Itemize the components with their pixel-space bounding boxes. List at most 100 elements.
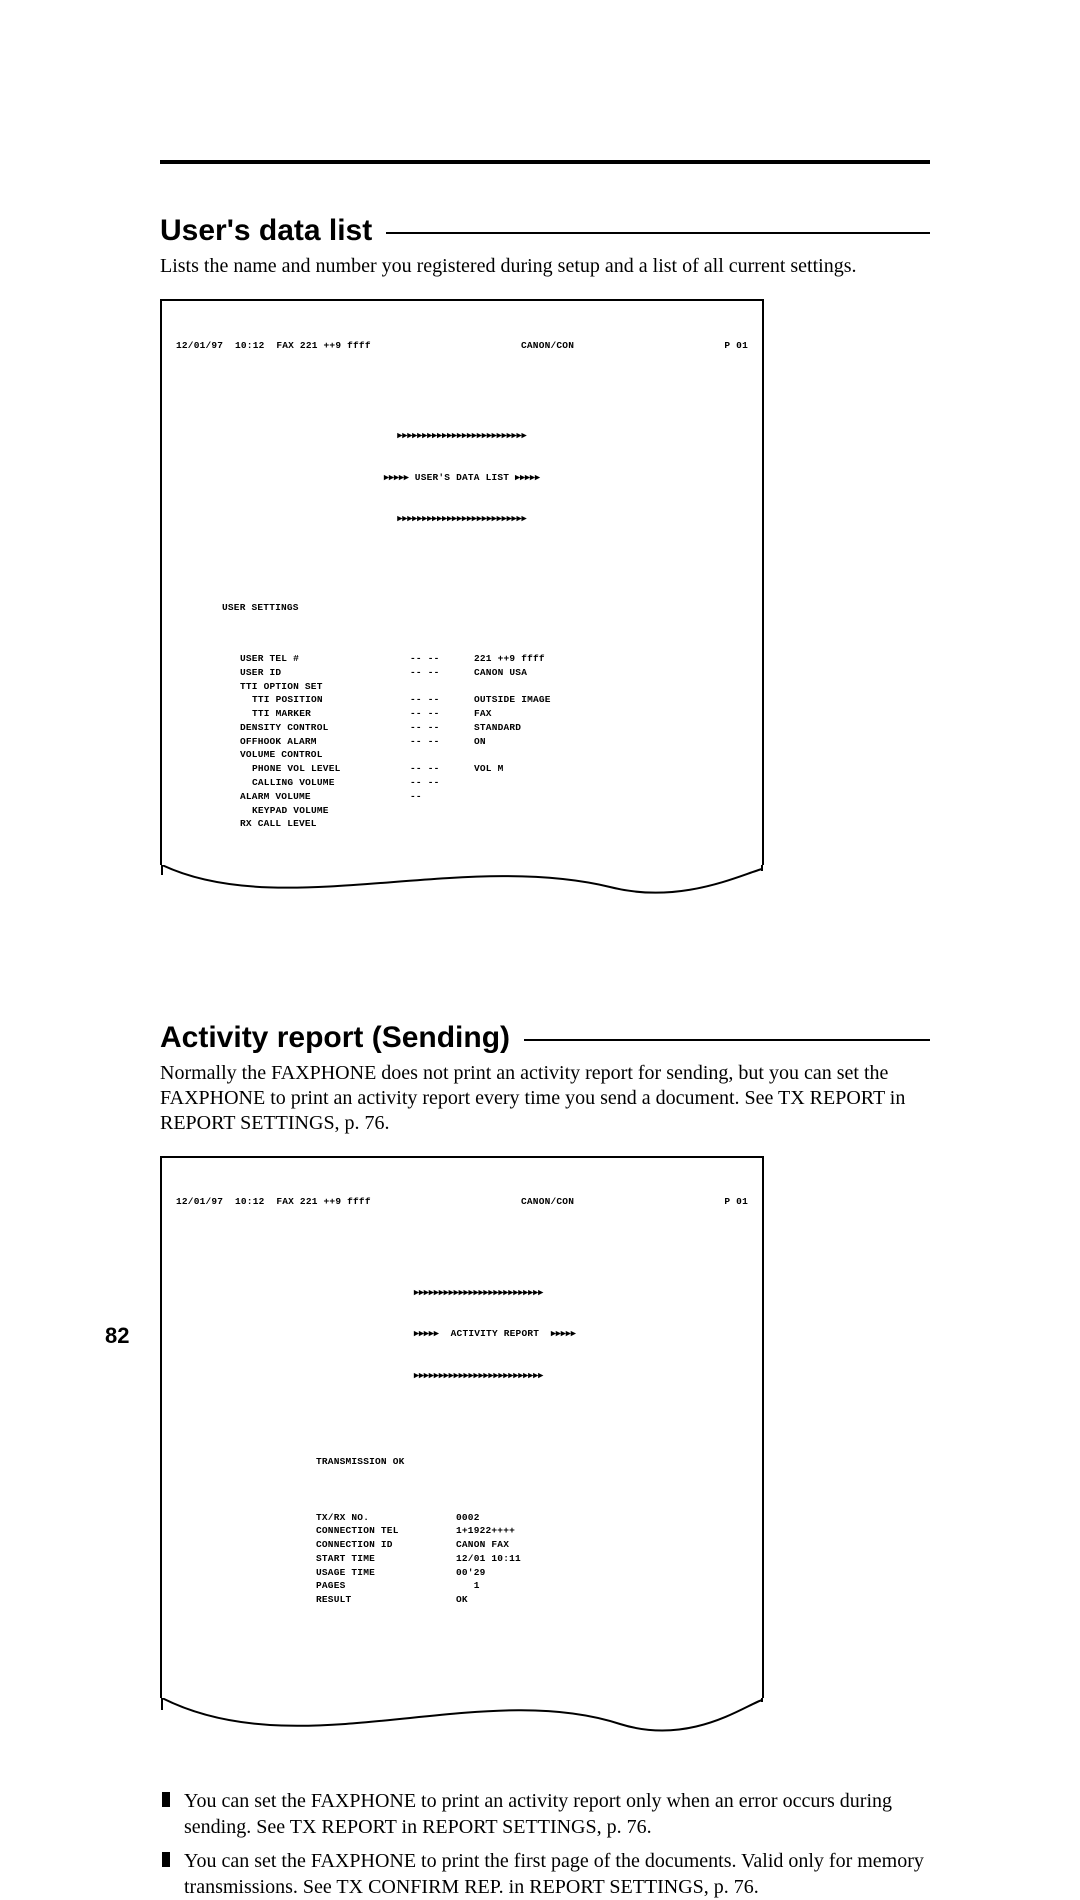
report-value: 1: [456, 1580, 480, 1591]
setting-row: PHONE VOL LEVEL-- --VOL M: [176, 762, 748, 776]
setting-dash: -- --: [410, 652, 474, 666]
report-label: TX/RX NO.: [316, 1511, 456, 1525]
report-label: CONNECTION TEL: [316, 1524, 456, 1538]
setting-row: DENSITY CONTROL-- --STANDARD: [176, 721, 748, 735]
report-row: CONNECTION TEL1+1922++++: [316, 1524, 748, 1538]
setting-label: TTI MARKER: [252, 707, 410, 721]
setting-value: ON: [474, 735, 748, 749]
setting-dash: -- --: [410, 707, 474, 721]
title-underline: [386, 232, 930, 234]
report-row: USAGE TIME00'29: [316, 1566, 748, 1580]
setting-dash: -- --: [410, 735, 474, 749]
report-value: 12/01 10:11: [456, 1553, 521, 1564]
report-value: 00'29: [456, 1567, 486, 1578]
setting-row: TTI MARKER-- --FAX: [176, 707, 748, 721]
setting-row: CALLING VOLUME-- --: [176, 776, 748, 790]
setting-dash: -- --: [410, 666, 474, 680]
printout-title-block: ▸▸▸▸▸▸▸▸▸▸▸▸▸▸▸▸▸▸▸▸▸▸▸▸▸▸ ▸▸▸▸▸ USER'S …: [176, 402, 748, 553]
setting-label: DENSITY CONTROL: [240, 721, 410, 735]
setting-row: ALARM VOLUME--: [176, 790, 748, 804]
setting-value: FAX: [474, 707, 748, 721]
list-item: You can set the FAXPHONE to print the fi…: [160, 1848, 930, 1900]
hdr-right: P 01: [724, 1195, 748, 1209]
setting-row: RX CALL LEVEL: [176, 817, 748, 831]
report-label: CONNECTION ID: [316, 1538, 456, 1552]
setting-label: ALARM VOLUME: [240, 790, 410, 804]
printout-user-data-list: 12/01/97 10:12 FAX 221 ++9 ffff CANON/CO…: [160, 299, 930, 925]
report-value: 1+1922++++: [456, 1525, 515, 1536]
list-item: You can set the FAXPHONE to print an act…: [160, 1788, 930, 1840]
report-label: RESULT: [316, 1593, 456, 1607]
border-bot: ▸▸▸▸▸▸▸▸▸▸▸▸▸▸▸▸▸▸▸▸▸▸▸▸▸▸: [176, 512, 748, 526]
hdr-left: 12/01/97 10:12 FAX 221 ++9 ffff: [176, 339, 371, 353]
setting-value: STANDARD: [474, 721, 748, 735]
printout1-rows: USER TEL #-- --221 ++9 ffffUSER ID-- --C…: [176, 652, 748, 831]
setting-dash: [410, 748, 474, 762]
setting-label: USER TEL #: [240, 652, 410, 666]
setting-dash: [410, 817, 474, 831]
report-row: START TIME12/01 10:11: [316, 1552, 748, 1566]
setting-value: [474, 790, 748, 804]
hdr-mid: CANON/CON: [521, 339, 574, 353]
transmission-status: TRANSMISSION OK: [316, 1455, 748, 1469]
report-value: OK: [456, 1594, 468, 1605]
border-top: ▸▸▸▸▸▸▸▸▸▸▸▸▸▸▸▸▸▸▸▸▸▸▸▸▸▸: [414, 1286, 674, 1300]
report-value: CANON FAX: [456, 1539, 509, 1550]
report-label: PAGES: [316, 1579, 456, 1593]
border-top: ▸▸▸▸▸▸▸▸▸▸▸▸▸▸▸▸▸▸▸▸▸▸▸▸▸▸: [176, 429, 748, 443]
setting-value: 221 ++9 ffff: [474, 652, 748, 666]
report-value: 0002: [456, 1512, 480, 1523]
section1-intro: Lists the name and number you registered…: [160, 254, 930, 279]
border-bot: ▸▸▸▸▸▸▸▸▸▸▸▸▸▸▸▸▸▸▸▸▸▸▸▸▸▸: [414, 1369, 674, 1383]
printout-title-block: ▸▸▸▸▸▸▸▸▸▸▸▸▸▸▸▸▸▸▸▸▸▸▸▸▸▸ ▸▸▸▸▸ ACTIVIT…: [414, 1258, 674, 1409]
setting-value: [474, 776, 748, 790]
setting-row: USER TEL #-- --221 ++9 ffff: [176, 652, 748, 666]
setting-label: OFFHOOK ALARM: [240, 735, 410, 749]
report-row: CONNECTION IDCANON FAX: [316, 1538, 748, 1552]
setting-label: USER ID: [240, 666, 410, 680]
title-text: User's data list: [160, 214, 372, 248]
setting-value: [474, 748, 748, 762]
setting-row: OFFHOOK ALARM-- --ON: [176, 735, 748, 749]
setting-value: [474, 680, 748, 694]
setting-row: TTI POSITION-- --OUTSIDE IMAGE: [176, 693, 748, 707]
report-row: TX/RX NO.0002: [316, 1511, 748, 1525]
hdr-right: P 01: [724, 339, 748, 353]
printout-header: 12/01/97 10:12 FAX 221 ++9 ffff CANON/CO…: [176, 1195, 748, 1209]
setting-value: [474, 804, 748, 818]
setting-row: TTI OPTION SET: [176, 680, 748, 694]
torn-edge-icon: [160, 1698, 764, 1758]
setting-dash: -- --: [410, 693, 474, 707]
report-label: START TIME: [316, 1552, 456, 1566]
group-heading: USER SETTINGS: [222, 601, 748, 615]
setting-label: TTI OPTION SET: [240, 680, 410, 694]
setting-label: RX CALL LEVEL: [240, 817, 410, 831]
setting-value: CANON USA: [474, 666, 748, 680]
printout-activity-report: 12/01/97 10:12 FAX 221 ++9 ffff CANON/CO…: [160, 1156, 930, 1759]
printout-title: ▸▸▸▸▸ ACTIVITY REPORT ▸▸▸▸▸: [414, 1327, 674, 1341]
page-number: 82: [105, 1323, 129, 1349]
setting-row: KEYPAD VOLUME: [176, 804, 748, 818]
report-label: USAGE TIME: [316, 1566, 456, 1580]
printout2-rows: TX/RX NO.0002CONNECTION TEL1+1922++++CON…: [316, 1511, 748, 1607]
top-rule: [160, 160, 930, 164]
section2-intro: Normally the FAXPHONE does not print an …: [160, 1061, 930, 1136]
hdr-mid: CANON/CON: [521, 1195, 574, 1209]
report-row: RESULTOK: [316, 1593, 748, 1607]
printout-body: 12/01/97 10:12 FAX 221 ++9 ffff CANON/CO…: [160, 299, 764, 865]
setting-label: VOLUME CONTROL: [240, 748, 410, 762]
setting-value: [474, 817, 748, 831]
setting-dash: [410, 680, 474, 694]
section-title-activity-report: Activity report (Sending): [160, 1021, 930, 1055]
printout-header: 12/01/97 10:12 FAX 221 ++9 ffff CANON/CO…: [176, 339, 748, 353]
setting-label: KEYPAD VOLUME: [252, 804, 410, 818]
setting-dash: [410, 804, 474, 818]
title-underline: [524, 1039, 930, 1041]
title-text: Activity report (Sending): [160, 1021, 510, 1055]
section-title-user-data: User's data list: [160, 214, 930, 248]
printout-body: 12/01/97 10:12 FAX 221 ++9 ffff CANON/CO…: [160, 1156, 764, 1699]
manual-page: User's data list Lists the name and numb…: [0, 0, 1080, 1397]
setting-label: CALLING VOLUME: [252, 776, 410, 790]
setting-row: USER ID-- --CANON USA: [176, 666, 748, 680]
setting-dash: -- --: [410, 721, 474, 735]
